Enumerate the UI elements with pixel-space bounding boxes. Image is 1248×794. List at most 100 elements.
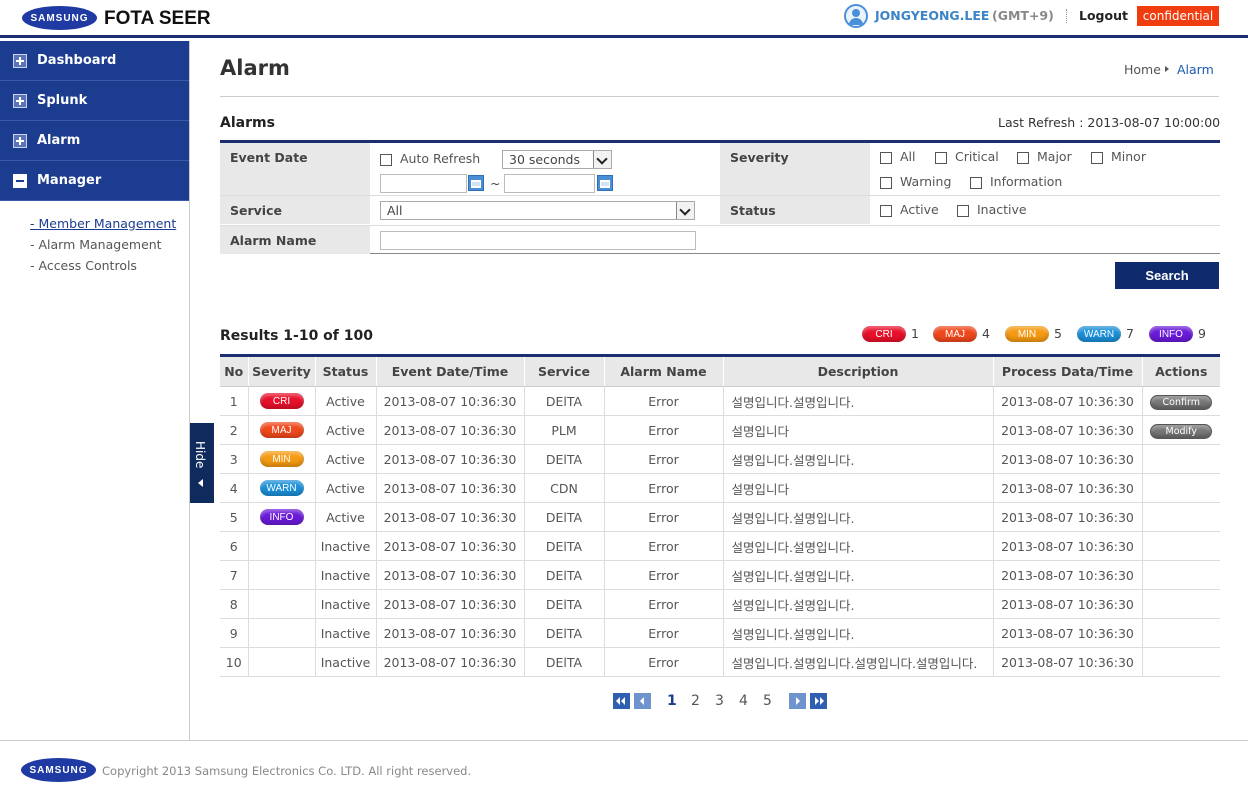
cell-process-time: 2013-08-07 10:36:30 [993,531,1143,561]
cell-alarm-name: Error [604,647,724,677]
sidebar-item-splunk[interactable]: Splunk [0,81,189,121]
start-date-input[interactable] [380,174,467,193]
column-header[interactable]: Alarm Name [604,355,724,387]
next-page-button[interactable] [789,693,806,709]
cell-event-time: 2013-08-07 10:36:30 [376,531,525,561]
table-row[interactable]: 8 Inactive 2013-08-07 10:36:30 DElTA Error 설명… [220,589,1220,619]
filter-panel: Event Date Auto Refresh 30 seconds ~ Sev… [220,140,1220,254]
cell-service: DElTA [524,560,605,590]
breadcrumb-current[interactable]: Alarm [1177,62,1214,77]
status-inactive-checkbox[interactable] [957,205,969,217]
user-timezone: (GMT+9) [992,8,1054,23]
table-row[interactable]: 6 Inactive 2013-08-07 10:36:30 DElTA Error 설명… [220,531,1220,561]
cell-alarm-name: Error [604,531,724,561]
cell-alarm-name: Error [604,386,724,416]
column-header[interactable]: Status [315,355,377,387]
status-active-checkbox[interactable] [880,205,892,217]
severity-major-checkbox[interactable] [1017,152,1029,164]
legend-cri-count: 1 [911,326,919,341]
hide-label: Hide [193,441,207,469]
severity-information-checkbox[interactable] [970,177,982,189]
column-header[interactable]: Event Date/Time [376,355,525,387]
page-3-link[interactable]: 3 [715,693,724,709]
modify-button[interactable]: Modify [1150,423,1213,439]
samsung-logo[interactable]: SAMSUNG [22,6,97,30]
page-2-link[interactable]: 2 [691,693,700,709]
first-page-button[interactable] [613,693,630,709]
cell-event-time: 2013-08-07 10:36:30 [376,444,525,474]
column-header[interactable]: Severity [248,355,316,387]
page-1-link[interactable]: 1 [667,693,677,709]
sidebar-item-manager[interactable]: Manager [0,161,189,201]
service-select[interactable]: All [380,201,695,220]
cell-status: Active [315,386,377,416]
refresh-interval-select[interactable]: 30 seconds [502,150,612,169]
column-header[interactable]: Process Data/Time [993,355,1143,387]
cell-no: 1 [220,386,249,416]
alarm-name-input[interactable] [380,231,696,250]
calendar-icon[interactable] [468,175,484,191]
subnav-member-management[interactable]: - Member Management [0,213,189,234]
severity-warning-checkbox[interactable] [880,177,892,189]
cell-action [1142,444,1220,474]
severity-critical-checkbox[interactable] [935,152,947,164]
table-row[interactable]: 10 Inactive 2013-08-07 10:36:30 DElTA Error 설… [220,647,1220,677]
legend-maj-badge: MAJ [933,326,977,342]
cell-action: Confirm [1142,386,1220,416]
sidebar-item-dashboard[interactable]: Dashboard [0,41,189,81]
column-header[interactable]: Service [524,355,605,387]
cell-severity [248,531,316,561]
cell-action [1142,560,1220,590]
table-row[interactable]: 3 MIN Active 2013-08-07 10:36:30 DElTA Error 설… [220,444,1220,474]
sidebar-item-label: Alarm [37,133,81,148]
cell-description: 설명입니다.설명입니다. [723,560,994,590]
prev-page-button[interactable] [634,693,651,709]
end-date-input[interactable] [504,174,595,193]
cell-process-time: 2013-08-07 10:36:30 [993,560,1143,590]
confirm-button[interactable]: Confirm [1150,394,1213,410]
column-header[interactable]: Actions [1142,355,1220,387]
event-date-label: Event Date [220,143,370,195]
subnav-access-controls[interactable]: - Access Controls [0,255,189,276]
table-row[interactable]: 5 INFO Active 2013-08-07 10:36:30 DElTA Error… [220,502,1220,532]
cell-severity [248,618,316,648]
severity-minor-checkbox[interactable] [1091,152,1103,164]
plus-box-icon [13,93,27,108]
severity-information-label: Information [990,174,1063,189]
cell-service: DElTA [524,444,605,474]
table-row[interactable]: 9 Inactive 2013-08-07 10:36:30 DElTA Error 설명… [220,618,1220,648]
table-row[interactable]: 1 CRI Active 2013-08-07 10:36:30 DElTA Error 설… [220,386,1220,416]
breadcrumb-home[interactable]: Home [1124,62,1161,77]
logout-link[interactable]: Logout [1079,8,1128,23]
legend-min-count: 5 [1054,326,1062,341]
cell-description: 설명입니다.설명입니다.설명입니다.설명입니다. [723,647,994,677]
arrow-right-icon [796,697,800,705]
calendar-icon[interactable] [597,175,613,191]
cell-alarm-name: Error [604,560,724,590]
breadcrumb-arrow-icon [1165,66,1169,72]
user-name[interactable]: JONGYEONG.LEE [875,8,989,23]
last-refresh: Last Refresh : 2013-08-07 10:00:00 [998,115,1221,130]
sidebar-item-alarm[interactable]: Alarm [0,121,189,161]
cell-event-time: 2013-08-07 10:36:30 [376,502,525,532]
last-page-button[interactable] [810,693,827,709]
severity-all-checkbox[interactable] [880,152,892,164]
cell-event-time: 2013-08-07 10:36:30 [376,386,525,416]
subnav-alarm-management[interactable]: - Alarm Management [0,234,189,255]
manager-submenu: - Member Management - Alarm Management -… [0,201,189,276]
auto-refresh-checkbox[interactable] [380,154,392,166]
page-4-link[interactable]: 4 [739,693,748,709]
table-row[interactable]: 7 Inactive 2013-08-07 10:36:30 DElTA Error 설명… [220,560,1220,590]
table-row[interactable]: 4 WARN Active 2013-08-07 10:36:30 CDN Error 설명… [220,473,1220,503]
column-header[interactable]: Description [723,355,994,387]
arrow-left-icon [640,697,644,705]
cell-severity [248,560,316,590]
hide-sidebar-button[interactable]: Hide [190,423,214,503]
cell-action [1142,618,1220,648]
column-header[interactable]: No [220,355,249,387]
table-row[interactable]: 2 MAJ Active 2013-08-07 10:36:30 PLM Error 설명입… [220,415,1220,445]
page-5-link[interactable]: 5 [763,693,772,709]
results-title: Results 1-10 of 100 [220,328,373,344]
legend-warn-badge: WARN [1077,326,1121,342]
search-button[interactable]: Search [1115,262,1219,289]
